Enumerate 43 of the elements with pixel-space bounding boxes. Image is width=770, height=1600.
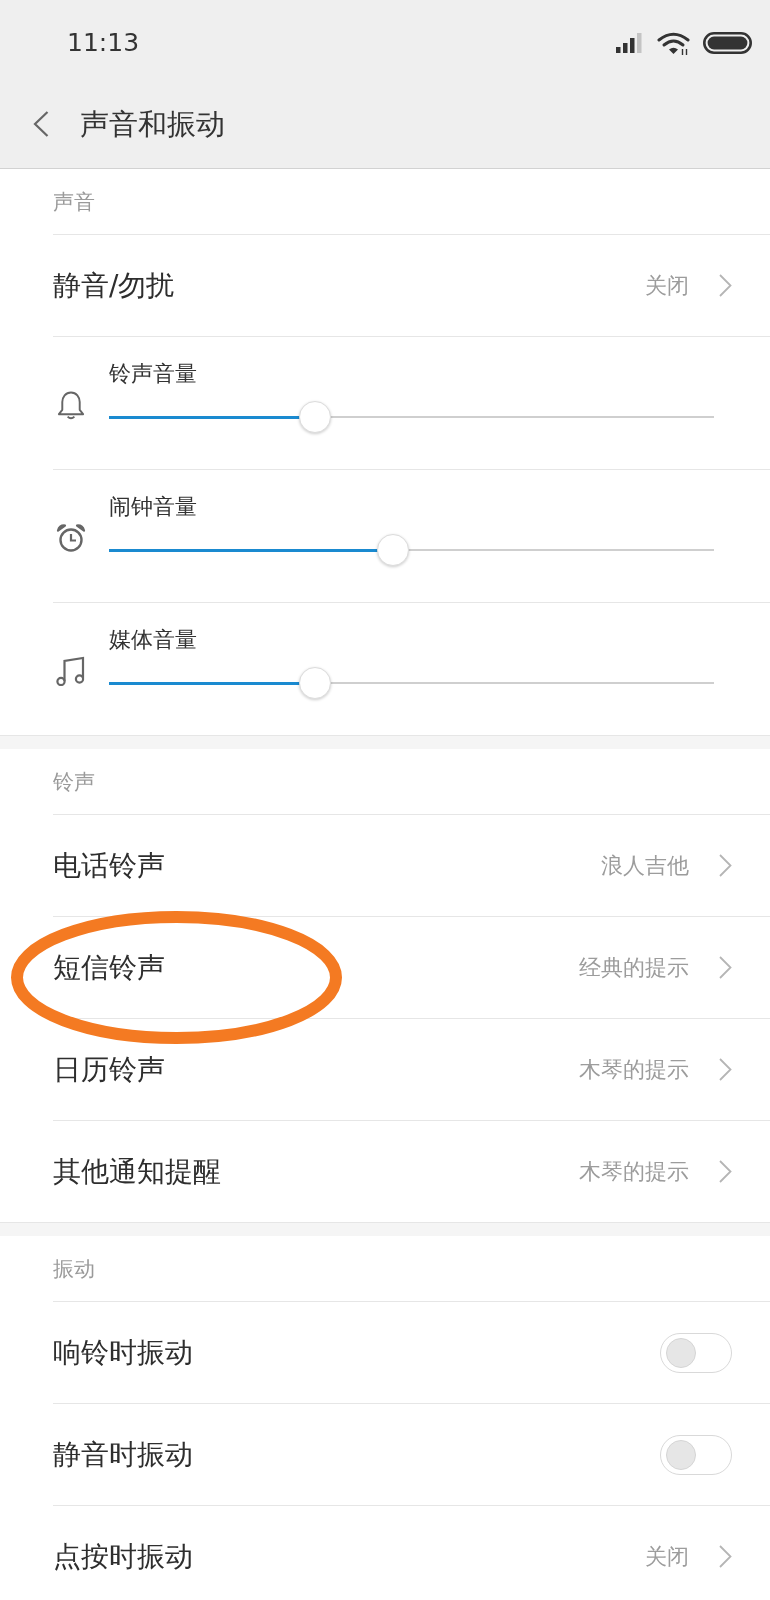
music-note-icon bbox=[56, 656, 86, 686]
slider-label: 媒体音量 bbox=[109, 626, 197, 654]
setting-label[interactable]: 电话铃声 bbox=[53, 847, 165, 884]
chevron-left-icon bbox=[33, 111, 49, 137]
setting-value: 浪人吉他 bbox=[601, 851, 689, 880]
chevron-right-icon bbox=[719, 854, 732, 877]
toggle-switch[interactable] bbox=[660, 1434, 732, 1475]
volume-slider[interactable] bbox=[109, 401, 714, 433]
setting-label[interactable]: 其他通知提醒 bbox=[53, 1153, 221, 1190]
setting-label[interactable]: 点按时振动 bbox=[53, 1538, 193, 1575]
chevron-right-icon bbox=[719, 956, 732, 979]
slider-thumb[interactable] bbox=[298, 667, 331, 699]
slider-label: 闹钟音量 bbox=[109, 493, 197, 521]
section-title: 声音 bbox=[53, 188, 95, 216]
battery-icon bbox=[703, 32, 752, 54]
setting-label[interactable]: 短信铃声 bbox=[53, 949, 165, 986]
setting-label[interactable]: 静音/勿扰 bbox=[53, 267, 175, 304]
chevron-right-icon bbox=[719, 274, 732, 297]
slider-thumb[interactable] bbox=[298, 401, 331, 433]
setting-value: 木琴的提示 bbox=[579, 1055, 689, 1084]
bell-icon bbox=[56, 390, 86, 420]
section-title: 铃声 bbox=[53, 768, 95, 796]
setting-label: 响铃时振动 bbox=[53, 1334, 193, 1371]
section-title: 振动 bbox=[53, 1255, 95, 1283]
alarm-clock-icon bbox=[56, 523, 86, 553]
slider-label: 铃声音量 bbox=[109, 360, 197, 388]
slider-thumb[interactable] bbox=[377, 534, 410, 566]
setting-label[interactable]: 日历铃声 bbox=[53, 1051, 165, 1088]
status-time: 11:13 bbox=[67, 28, 140, 58]
signal-icon bbox=[616, 33, 643, 53]
chevron-right-icon bbox=[719, 1545, 732, 1568]
setting-label: 静音时振动 bbox=[53, 1436, 193, 1473]
setting-value: 经典的提示 bbox=[579, 953, 689, 982]
toggle-switch[interactable] bbox=[660, 1332, 732, 1373]
volume-slider[interactable] bbox=[109, 667, 714, 699]
setting-value: 关闭 bbox=[645, 1542, 689, 1571]
chevron-right-icon bbox=[719, 1058, 732, 1081]
volume-slider[interactable] bbox=[109, 534, 714, 566]
wifi-icon bbox=[657, 31, 690, 55]
page-title: 声音和振动 bbox=[80, 106, 225, 142]
chevron-right-icon bbox=[719, 1160, 732, 1183]
setting-value: 关闭 bbox=[645, 271, 689, 300]
setting-value: 木琴的提示 bbox=[579, 1157, 689, 1186]
